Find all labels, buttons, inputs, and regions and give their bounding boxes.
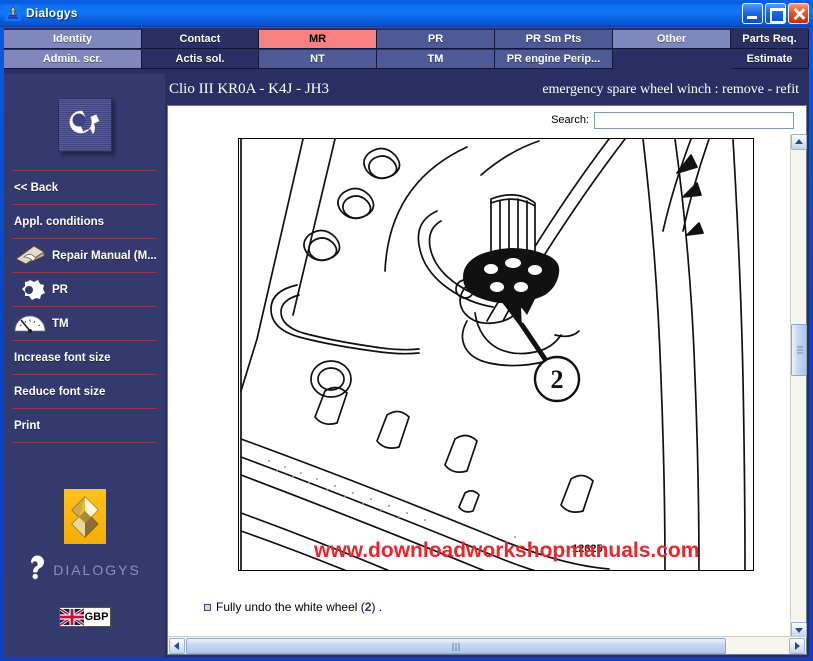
wrench-icon bbox=[57, 98, 112, 152]
chevron-right-icon bbox=[795, 641, 800, 650]
tab-admin-scr[interactable]: Admin. scr. bbox=[4, 50, 142, 69]
horizontal-scroll-track[interactable] bbox=[186, 637, 788, 654]
scroll-left-button[interactable] bbox=[169, 637, 185, 654]
search-bar: Search: bbox=[168, 106, 806, 134]
sidebar-item-back[interactable]: << Back bbox=[4, 171, 165, 204]
repair-manual-icon bbox=[14, 244, 48, 268]
sidebar-item-reduce-font-size[interactable]: Reduce font size bbox=[4, 375, 165, 408]
tab-contact[interactable]: Contact bbox=[142, 30, 259, 49]
sidebar-item-appl-conditions[interactable]: Appl. conditions bbox=[4, 205, 165, 238]
sidebar-item-label: Appl. conditions bbox=[14, 215, 105, 228]
tab-tm[interactable]: TM bbox=[377, 50, 495, 69]
vertical-scrollbar[interactable] bbox=[790, 134, 807, 638]
search-label: Search: bbox=[551, 114, 589, 126]
search-input[interactable] bbox=[594, 111, 794, 129]
main-body: << Back Appl. conditions Repair Manual (M.… bbox=[4, 74, 809, 657]
tab-strip: Identity Contact MR PR PR Sm Pts Other Parts R… bbox=[4, 28, 809, 74]
technical-illustration: 2 bbox=[238, 138, 754, 571]
scroll-up-button[interactable] bbox=[791, 134, 807, 150]
gauge-icon bbox=[14, 312, 48, 336]
callout-number: 2 bbox=[551, 365, 564, 394]
tab-estimate[interactable]: Estimate bbox=[731, 50, 809, 69]
tab-row-secondary: Admin. scr. Actis sol. NT TM PR engine Perip… bbox=[4, 50, 809, 69]
sidebar-item-label: Reduce font size bbox=[14, 385, 106, 398]
sidebar-item-print[interactable]: Print bbox=[4, 409, 165, 442]
tab-identity[interactable]: Identity bbox=[4, 30, 142, 49]
scroll-thumb-grip bbox=[797, 346, 803, 354]
minimize-button[interactable] bbox=[742, 3, 763, 24]
dialogys-icon bbox=[5, 5, 21, 21]
sidebar-item-label: Print bbox=[14, 419, 41, 432]
sidebar-item-pr[interactable]: PR bbox=[4, 273, 165, 306]
chevron-up-icon bbox=[795, 139, 803, 144]
title-bar: Dialogys bbox=[0, 0, 813, 27]
chevron-down-icon bbox=[795, 628, 803, 633]
sidebar-item-label: Repair Manual (M... bbox=[52, 249, 157, 262]
dialogys-wordmark: DIALOGYS bbox=[53, 561, 141, 578]
renault-diamond-icon bbox=[63, 489, 106, 544]
dialogys-brand: DIALOGYS bbox=[4, 554, 165, 585]
tab-other[interactable]: Other bbox=[613, 30, 731, 49]
tab-pr-sm-pts[interactable]: PR Sm Pts bbox=[495, 30, 613, 49]
figure-reference-number: 12625 bbox=[572, 543, 603, 555]
horizontal-scroll-thumb[interactable] bbox=[186, 637, 726, 654]
gear-icon bbox=[14, 278, 48, 302]
sidebar-item-tm[interactable]: TM bbox=[4, 307, 165, 340]
language-currency-chip[interactable]: GBP bbox=[58, 607, 111, 627]
sidebar-top-spacer bbox=[4, 152, 165, 170]
sidebar-item-label: Increase font size bbox=[14, 351, 111, 364]
content-panel: Clio III KR0A - K4J - JH3 emergency spar… bbox=[165, 74, 809, 657]
caption-text-before: Fully undo the white wheel ( bbox=[216, 600, 365, 614]
document-header: Clio III KR0A - K4J - JH3 emergency spar… bbox=[165, 74, 809, 105]
tab-pr-engine-perip[interactable]: PR engine Perip... bbox=[495, 50, 613, 69]
chevron-left-icon bbox=[174, 641, 179, 650]
application-window: Dialogys Identity Contact MR PR PR Sm Pts Oth… bbox=[0, 0, 813, 661]
sidebar-item-label: PR bbox=[52, 283, 68, 296]
caption-text-after: ) . bbox=[371, 600, 383, 614]
sidebar-item-label: TM bbox=[52, 317, 69, 330]
close-button[interactable] bbox=[788, 3, 809, 24]
tab-actis-sol[interactable]: Actis sol. bbox=[142, 50, 259, 69]
horizontal-scrollbar[interactable] bbox=[168, 636, 806, 654]
sidebar: << Back Appl. conditions Repair Manual (M.… bbox=[4, 74, 165, 657]
procedure-title: emergency spare wheel winch : remove - r… bbox=[542, 81, 799, 97]
tab-nt[interactable]: NT bbox=[259, 50, 377, 69]
union-jack-flag-icon bbox=[59, 608, 85, 626]
sidebar-item-repair-manual[interactable]: Repair Manual (M... bbox=[4, 239, 165, 272]
dialogys-question-mark-icon bbox=[28, 554, 50, 585]
tab-empty bbox=[613, 50, 731, 69]
caption-reference: 2 bbox=[364, 600, 372, 614]
sidebar-menu: << Back Appl. conditions Repair Manual (M.… bbox=[4, 170, 165, 443]
vehicle-title: Clio III KR0A - K4J - JH3 bbox=[169, 81, 329, 97]
figure-scroll-area: 2 12625 www.downloadworkshopmanuals.com … bbox=[168, 134, 806, 638]
square-bullet-icon bbox=[204, 603, 211, 611]
maximize-button[interactable] bbox=[765, 3, 786, 24]
tab-mr[interactable]: MR bbox=[259, 30, 377, 49]
brand-block: DIALOGYS GBP bbox=[4, 489, 165, 627]
tab-pr[interactable]: PR bbox=[377, 30, 495, 49]
sidebar-item-increase-font-size[interactable]: Increase font size bbox=[4, 341, 165, 374]
figure-caption: Fully undo the white wheel ( 2 ) . bbox=[168, 600, 789, 614]
figure-pane: 2 12625 www.downloadworkshopmanuals.com … bbox=[168, 134, 789, 616]
tab-row-primary: Identity Contact MR PR PR Sm Pts Other Parts R… bbox=[4, 30, 809, 49]
sidebar-item-label: << Back bbox=[14, 181, 59, 194]
menu-separator bbox=[12, 442, 157, 443]
scroll-right-button[interactable] bbox=[789, 637, 805, 654]
vertical-scroll-thumb[interactable] bbox=[791, 324, 807, 376]
document-viewport: Search: 2 12625 www.downloadworkshopmanu… bbox=[167, 105, 807, 655]
window-title: Dialogys bbox=[26, 6, 78, 20]
currency-label: GBP bbox=[84, 611, 109, 623]
tab-parts-req[interactable]: Parts Req. bbox=[731, 30, 809, 49]
window-controls bbox=[742, 3, 809, 24]
scroll-thumb-grip bbox=[452, 642, 460, 651]
